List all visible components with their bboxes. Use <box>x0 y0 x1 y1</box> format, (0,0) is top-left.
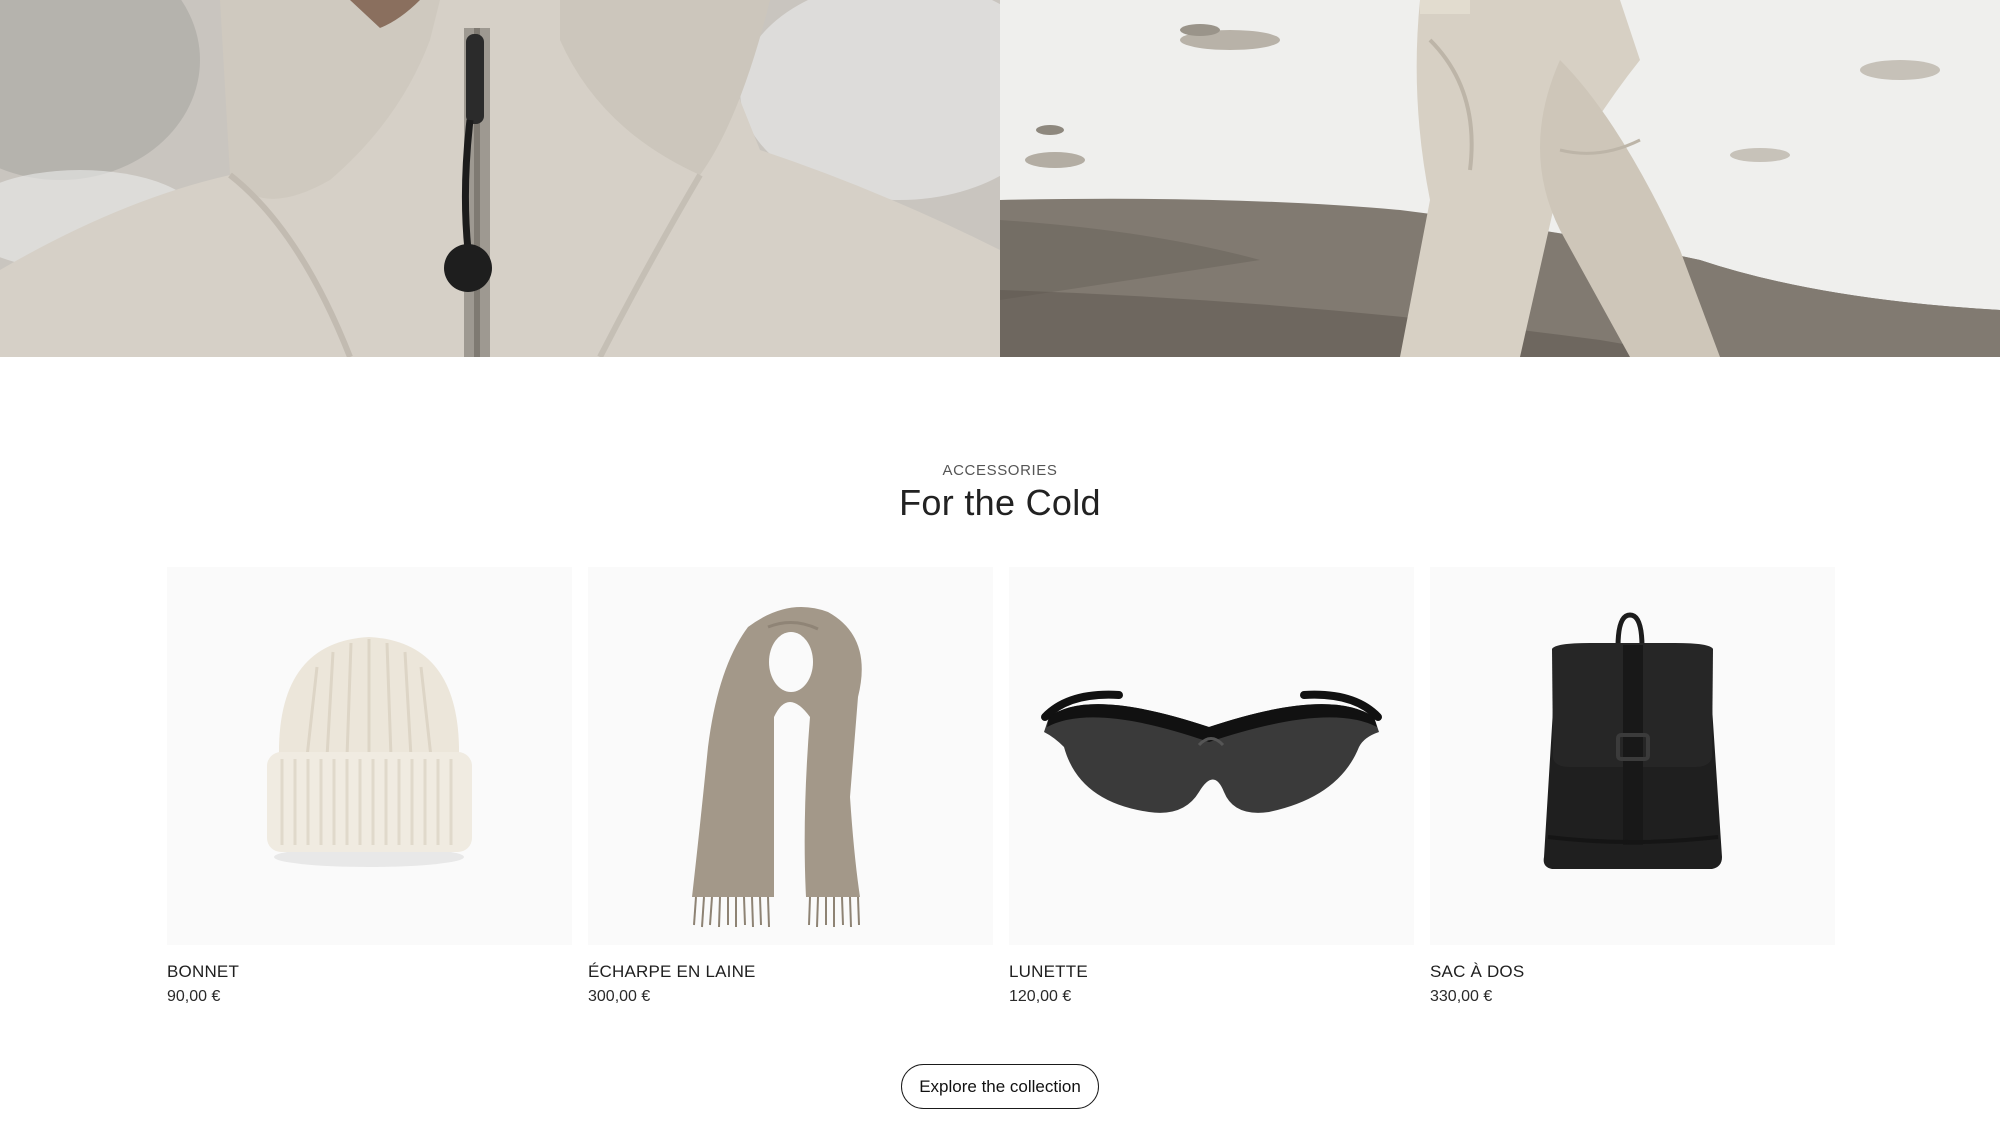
product-name[interactable]: SAC À DOS <box>1430 962 1524 982</box>
product-name[interactable]: LUNETTE <box>1009 962 1088 982</box>
product-card-sac-a-dos[interactable]: SAC À DOS 330,00 € <box>1430 567 1835 1017</box>
product-name[interactable]: ÉCHARPE EN LAINE <box>588 962 756 982</box>
product-card-echarpe[interactable]: ÉCHARPE EN LAINE 300,00 € <box>588 567 993 1017</box>
section-title: For the Cold <box>899 482 1101 523</box>
hero-image-jacket <box>0 0 1000 357</box>
product-image-beanie[interactable] <box>167 567 572 945</box>
section-eyebrow: ACCESSORIES <box>942 462 1058 479</box>
product-card-lunette[interactable]: LUNETTE 120,00 € <box>1009 567 1414 1017</box>
hero-image-pants <box>1000 0 2000 357</box>
hero-banner <box>0 0 2000 357</box>
product-price: 90,00 € <box>167 988 221 1005</box>
product-card-bonnet[interactable]: BONNET 90,00 € <box>167 567 572 1017</box>
product-image-scarf[interactable] <box>588 567 993 945</box>
product-grid: BONNET 90,00 € ÉCHARPE EN LAINE 300,00 €… <box>167 567 1835 1017</box>
product-name[interactable]: BONNET <box>167 962 239 982</box>
product-price: 120,00 € <box>1009 988 1072 1005</box>
product-image-backpack[interactable] <box>1430 567 1835 945</box>
product-image-sunglasses[interactable] <box>1009 567 1414 945</box>
explore-collection-button[interactable]: Explore the collection <box>901 1064 1099 1109</box>
product-price: 330,00 € <box>1430 988 1493 1005</box>
product-price: 300,00 € <box>588 988 651 1005</box>
